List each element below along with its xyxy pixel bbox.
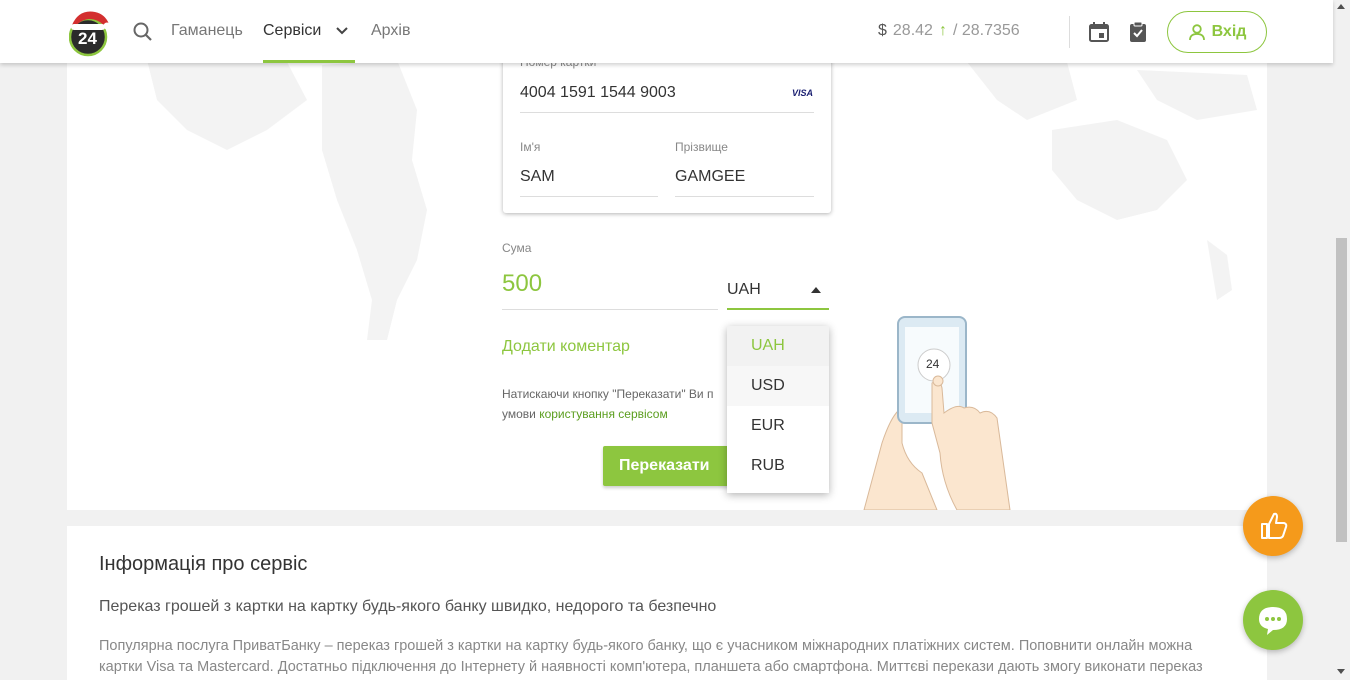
info-subtitle: Переказ грошей з картки на картку будь-я… xyxy=(99,598,717,615)
currency-select[interactable]: UAH xyxy=(727,280,829,310)
scroll-down-icon[interactable] xyxy=(1337,669,1345,674)
info-body: Популярна послуга ПриватБанку – переказ … xyxy=(99,638,1203,675)
login-button[interactable]: Вхід xyxy=(1167,11,1267,53)
first-name-label: Ім'я xyxy=(520,140,541,154)
active-nav-indicator xyxy=(263,60,355,63)
caret-up-icon xyxy=(811,287,821,293)
header-divider xyxy=(1069,16,1070,48)
logo-text: 24 xyxy=(78,29,97,48)
terms-text: Натискаючи кнопку "Переказати" Ви п умов… xyxy=(502,384,713,424)
amount-input[interactable]: 500 xyxy=(502,270,542,298)
user-icon xyxy=(1188,24,1205,41)
info-title: Інформація про сервіс xyxy=(99,553,308,575)
card-number-underline xyxy=(520,112,814,113)
currency-dropdown: UAH USD EUR RUB xyxy=(727,326,829,493)
rate-sell: / 28.7356 xyxy=(952,22,1020,39)
transfer-panel xyxy=(67,0,1267,510)
privat24-logo[interactable]: 24 xyxy=(68,7,111,57)
chat-bubble-icon[interactable] xyxy=(1243,590,1303,650)
scroll-up-icon[interactable] xyxy=(1337,4,1345,9)
nav-services[interactable]: Сервіси xyxy=(263,22,321,40)
first-name-underline xyxy=(520,196,658,197)
nav-archive[interactable]: Архів xyxy=(371,22,410,40)
scrollbar-thumb[interactable] xyxy=(1336,238,1347,542)
add-comment-link[interactable]: Додати коментар xyxy=(502,338,630,356)
nav-wallet[interactable]: Гаманець xyxy=(171,22,243,40)
calendar-icon[interactable] xyxy=(1088,21,1110,43)
thumbs-up-icon[interactable] xyxy=(1243,496,1303,556)
last-name-underline xyxy=(675,196,814,197)
terms-prefix: Натискаючи кнопку "Переказати" Ви п xyxy=(502,387,714,401)
last-name-input[interactable]: GAMGEE xyxy=(675,168,745,186)
terms-link[interactable]: користування сервісом xyxy=(539,407,668,421)
currency-option-eur[interactable]: EUR xyxy=(727,406,829,446)
login-label: Вхід xyxy=(1211,23,1247,40)
phone-badge: 24 xyxy=(926,357,940,371)
currency-option-rub[interactable]: RUB xyxy=(727,446,829,486)
currency-option-uah[interactable]: UAH xyxy=(727,326,829,366)
card-number-input[interactable]: 4004 1591 1544 9003 xyxy=(520,84,676,102)
amount-underline xyxy=(502,309,718,310)
clipboard-check-icon[interactable] xyxy=(1128,21,1148,43)
chevron-down-icon[interactable] xyxy=(334,24,350,38)
first-name-input[interactable]: SAM xyxy=(520,168,555,186)
last-name-label: Прізвище xyxy=(675,140,728,154)
rate-buy: 28.42 xyxy=(892,22,933,39)
service-info-section: Інформація про сервіс Переказ грошей з к… xyxy=(67,526,1267,680)
exchange-rate: $28.42 ↑ / 28.7356 xyxy=(878,22,1020,40)
arrow-up-icon: ↑ xyxy=(938,22,947,39)
search-icon[interactable] xyxy=(132,21,154,43)
amount-label: Сума xyxy=(502,241,532,255)
hands-with-phone-illustration: 24 xyxy=(862,313,1014,511)
transfer-button[interactable]: Переказати xyxy=(603,446,731,486)
currency-select-value: UAH xyxy=(727,281,761,298)
top-header: 24 Гаманець Сервіси Архів $28.42 ↑ / 28.73… xyxy=(0,0,1333,63)
currency-option-usd[interactable]: USD xyxy=(727,366,829,406)
terms-line2: умови xyxy=(502,407,540,421)
visa-logo: VISA xyxy=(792,88,814,98)
dollar-sign: $ xyxy=(878,22,887,39)
